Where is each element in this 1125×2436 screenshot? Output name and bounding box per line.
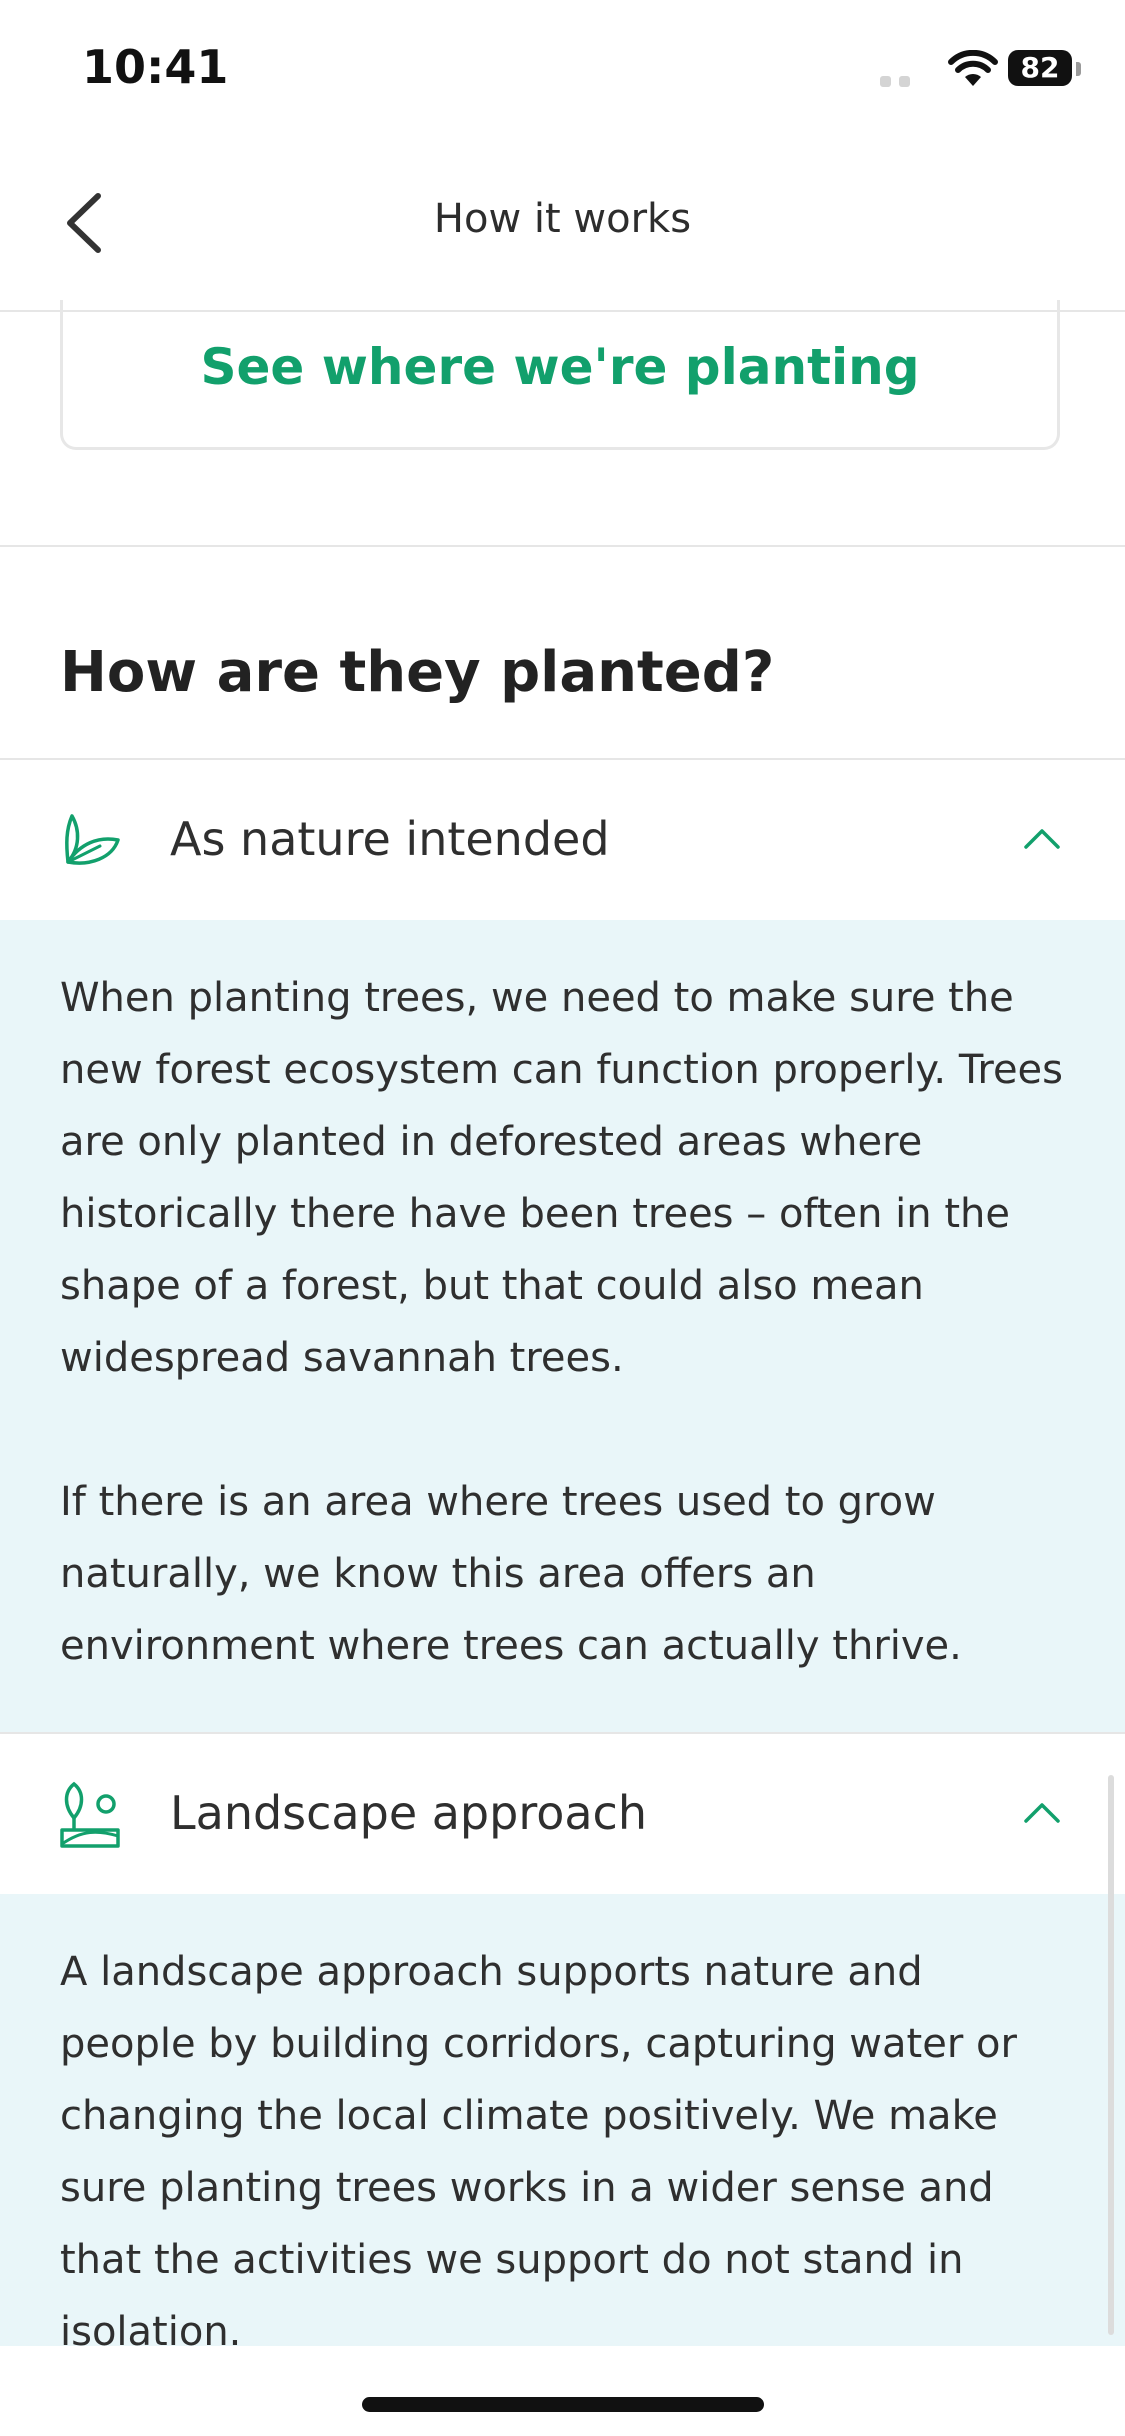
accordion-title: Landscape approach <box>170 1786 648 1840</box>
battery-cap <box>1076 62 1081 76</box>
chevron-up-icon[interactable] <box>1023 1800 1061 1824</box>
wifi-icon <box>948 50 998 86</box>
page-title: How it works <box>433 196 692 242</box>
section-title: How are they planted? <box>60 640 775 705</box>
leaf-icon <box>65 814 120 865</box>
cellular-signal-icon <box>880 72 918 91</box>
planting-card[interactable]: See where we're planting <box>60 300 1060 450</box>
home-indicator[interactable] <box>362 2397 764 2412</box>
accordion-paragraph: A landscape approach supports nature and… <box>60 1949 1017 2355</box>
see-planting-link[interactable]: See where we're planting <box>63 338 1057 396</box>
accordion-header-nature[interactable]: As nature intended <box>0 758 1125 920</box>
chevron-up-icon[interactable] <box>1023 826 1061 850</box>
status-bar: 10:41 82 <box>0 0 1125 140</box>
landscape-icon <box>60 1781 120 1848</box>
section-divider <box>0 545 1125 547</box>
scrollbar[interactable] <box>1108 1775 1114 2335</box>
accordion-paragraph: If there is an area where trees used to … <box>60 1479 962 1669</box>
accordion-paragraph: When planting trees, we need to make sur… <box>60 975 1064 1381</box>
accordion-body-landscape: A landscape approach supports nature and… <box>0 1894 1125 2355</box>
accordion-header-landscape[interactable]: Landscape approach <box>0 1732 1125 1894</box>
status-time: 10:41 <box>82 40 229 94</box>
nav-bar: How it works <box>0 140 1125 312</box>
battery-icon: 82 <box>1008 50 1072 86</box>
accordion-body-nature: When planting trees, we need to make sur… <box>0 920 1125 1732</box>
accordion-title: As nature intended <box>170 812 610 866</box>
